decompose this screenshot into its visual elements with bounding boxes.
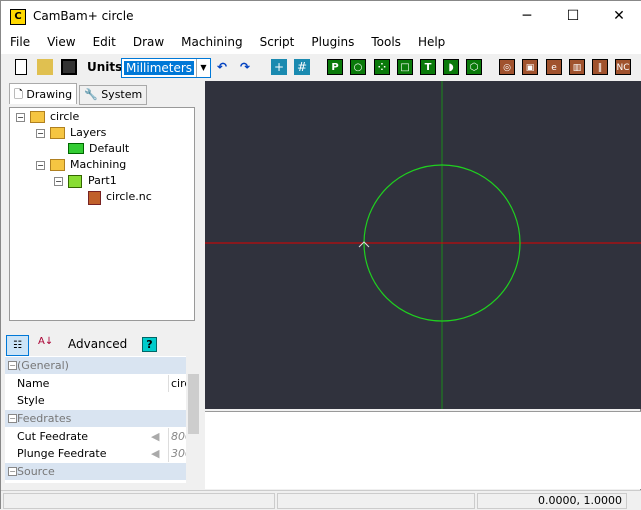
- tab-system-label: System: [101, 88, 143, 101]
- units-label: Units: [87, 60, 123, 74]
- tree-node-default[interactable]: Default: [89, 142, 129, 156]
- arc-icon[interactable]: ◗: [443, 59, 459, 75]
- tree-node-part1[interactable]: Part1: [88, 174, 117, 188]
- tab-drawing-label: Drawing: [26, 88, 73, 101]
- snap-icon[interactable]: +: [271, 59, 287, 75]
- nc-file-icon: [88, 191, 101, 205]
- part-icon: [68, 175, 82, 188]
- properties-toolbar: ☷ A↓ Advanced ?: [1, 334, 201, 356]
- status-panel: [3, 493, 275, 509]
- collapse-icon[interactable]: −: [16, 113, 25, 122]
- menu-plugins[interactable]: Plugins: [302, 32, 362, 49]
- tree-node-layers[interactable]: Layers: [70, 126, 106, 140]
- reset-default-icon[interactable]: ◀: [151, 428, 159, 445]
- new-file-icon[interactable]: [15, 59, 27, 75]
- menu-file[interactable]: File: [1, 32, 38, 49]
- scrollbar-thumb[interactable]: [188, 374, 199, 434]
- tree-node-nc-file[interactable]: circle.nc: [106, 190, 152, 204]
- toolbar: Units Millimeters ▼ ↶ ↷ + # P ○ ⁘ □ T ◗ …: [1, 54, 641, 81]
- chevron-down-icon[interactable]: ▼: [196, 59, 210, 77]
- menu-script[interactable]: Script: [251, 32, 303, 49]
- tree-node-circle[interactable]: circle: [50, 110, 79, 124]
- redo-icon[interactable]: ↷: [237, 59, 253, 75]
- pocket-icon[interactable]: ▣: [522, 59, 538, 75]
- text-icon[interactable]: T: [420, 59, 436, 75]
- document-icon: 🗋: [14, 88, 23, 101]
- nc-file-icon[interactable]: NC: [615, 59, 631, 75]
- reset-default-icon[interactable]: ◀: [151, 445, 159, 462]
- collapse-icon[interactable]: −: [8, 361, 17, 370]
- collapse-icon[interactable]: −: [8, 467, 17, 476]
- grid-icon[interactable]: #: [294, 59, 310, 75]
- surface-icon[interactable]: ⬡: [466, 59, 482, 75]
- status-bar: 0.0000, 1.0000: [1, 490, 641, 510]
- menu-draw[interactable]: Draw: [124, 32, 172, 49]
- tab-system[interactable]: 🔧 System: [79, 85, 148, 105]
- menu-machining[interactable]: Machining: [172, 32, 250, 49]
- folder-icon: [50, 127, 65, 139]
- status-panel: [277, 493, 475, 509]
- tree-node-machining[interactable]: Machining: [70, 158, 126, 172]
- sort-alpha-icon[interactable]: A↓: [38, 336, 53, 347]
- drawing-canvas[interactable]: [205, 81, 641, 409]
- units-select[interactable]: Millimeters ▼: [121, 58, 211, 78]
- save-icon[interactable]: [61, 59, 77, 75]
- drawing-tree: − circle − Layers Default − Machining − …: [9, 107, 195, 321]
- close-button[interactable]: ✕: [596, 1, 641, 32]
- polyline-icon[interactable]: P: [327, 59, 343, 75]
- rectangle-icon[interactable]: □: [397, 59, 413, 75]
- undo-icon[interactable]: ↶: [214, 59, 230, 75]
- profile-icon[interactable]: ◎: [499, 59, 515, 75]
- open-folder-icon[interactable]: [37, 59, 53, 75]
- property-row[interactable]: Cut Feedrate◀800: [5, 428, 186, 445]
- advanced-button[interactable]: Advanced: [68, 337, 127, 351]
- property-scrollbar[interactable]: [186, 356, 201, 483]
- collapse-icon[interactable]: −: [8, 414, 17, 423]
- menu-tools[interactable]: Tools: [362, 32, 409, 49]
- category-general[interactable]: − (General): [5, 357, 186, 374]
- output-pane: [205, 411, 641, 489]
- property-row[interactable]: Style: [5, 392, 186, 409]
- collapse-icon[interactable]: −: [36, 129, 45, 138]
- help-button[interactable]: ?: [142, 337, 157, 352]
- wrench-icon: 🔧: [84, 88, 98, 101]
- category-feedrates[interactable]: − Feedrates: [5, 410, 186, 427]
- collapse-icon[interactable]: −: [36, 161, 45, 170]
- property-grid: −(General) Namecirc Style −Feedrates Cut…: [5, 356, 186, 483]
- categorized-icon[interactable]: ☷: [6, 335, 29, 356]
- property-row[interactable]: Plunge Feedrate◀300: [5, 445, 186, 462]
- layer-icon: [68, 143, 84, 154]
- menu-view[interactable]: View: [38, 32, 83, 49]
- tab-drawing[interactable]: 🗋 Drawing: [9, 83, 78, 104]
- thread-icon[interactable]: ‖: [592, 59, 608, 75]
- circle-icon[interactable]: ○: [350, 59, 366, 75]
- app-logo-icon: C: [10, 9, 26, 25]
- collapse-icon[interactable]: −: [54, 177, 63, 186]
- minimize-button[interactable]: ─: [504, 1, 550, 32]
- property-row[interactable]: Namecirc: [5, 375, 186, 392]
- drill-icon[interactable]: ▥: [569, 59, 585, 75]
- engrave-icon[interactable]: e: [546, 59, 562, 75]
- status-coordinates: 0.0000, 1.0000: [477, 493, 627, 509]
- folder-icon: [30, 111, 45, 123]
- points-icon[interactable]: ⁘: [374, 59, 390, 75]
- menu-bar: File View Edit Draw Machining Script Plugins To…: [1, 32, 641, 54]
- canvas-svg: [205, 81, 641, 409]
- menu-help[interactable]: Help: [409, 32, 453, 49]
- window-title: CamBam+ circle: [33, 9, 134, 23]
- maximize-button[interactable]: ☐: [550, 1, 596, 32]
- category-source[interactable]: − Source: [5, 463, 186, 480]
- units-value: Millimeters: [124, 61, 195, 75]
- menu-edit[interactable]: Edit: [84, 32, 124, 49]
- folder-icon: [50, 159, 65, 171]
- title-bar: C CamBam+ circle ─ ☐ ✕: [1, 1, 641, 32]
